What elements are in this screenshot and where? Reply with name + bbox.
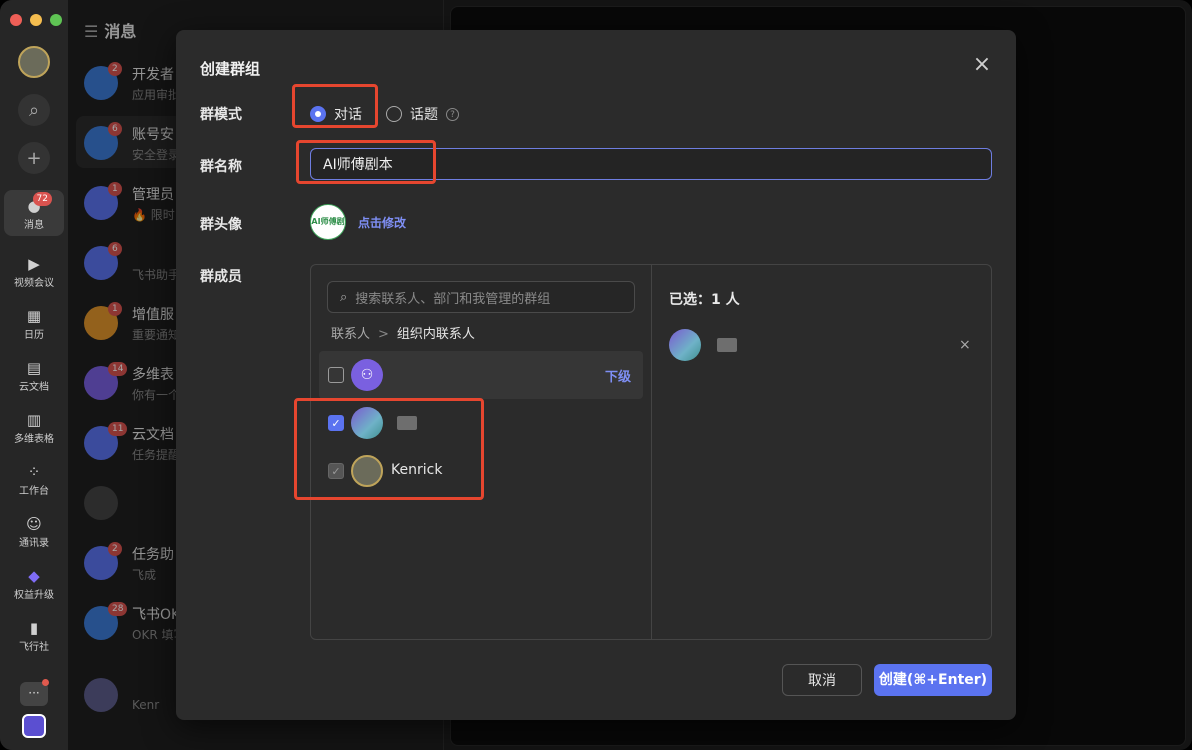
close-icon[interactable]: ×	[970, 54, 994, 78]
rail-label: 云文档	[19, 381, 49, 393]
rail-item-calendar[interactable]: ▦ 日历	[4, 300, 64, 346]
search-placeholder: 搜索联系人、部门和我管理的群组	[355, 291, 551, 307]
org-row[interactable]: ⚇ 下级	[319, 351, 643, 399]
breadcrumb-current: 组织内联系人	[396, 327, 475, 342]
dialog-title: 创建群组	[200, 60, 261, 78]
rail-item-messages[interactable]: ● 消息 72	[4, 190, 64, 236]
cancel-button[interactable]: 取消	[782, 664, 862, 696]
member-search-input[interactable]: ⌕ 搜索联系人、部门和我管理的群组	[327, 281, 635, 313]
edit-avatar-link[interactable]: 点击修改	[358, 214, 406, 231]
members-label: 群成员	[200, 269, 242, 285]
rail-label: 多维表格	[14, 433, 54, 445]
rail-label: 日历	[24, 329, 44, 341]
rail-label: 通讯录	[19, 537, 49, 549]
help-icon[interactable]: ?	[446, 107, 459, 121]
chevron-right-icon: >	[378, 327, 389, 342]
name-label: 群名称	[200, 159, 242, 175]
mode-topic-radio[interactable]: 话题 ?	[386, 104, 459, 124]
remove-selected-icon[interactable]: ×	[959, 337, 971, 353]
mode-label: 群模式	[200, 107, 242, 123]
selected-count: 已选：1 人	[669, 292, 740, 308]
breadcrumb: 联系人 > 组织内联系人	[331, 323, 475, 342]
org-checkbox[interactable]	[328, 367, 344, 383]
create-group-dialog: 创建群组 × 群模式 对话 话题 ? 群名称 群头像 AI师傅剧 点击修改 群成…	[176, 30, 1016, 720]
avatar-label: 群头像	[200, 217, 242, 233]
user-avatar[interactable]	[18, 46, 50, 78]
rail-item-docs[interactable]: ▤ 云文档	[4, 352, 64, 398]
highlight-box	[296, 140, 436, 184]
grid-icon: ⁘	[27, 462, 41, 481]
rail-label: 工作台	[19, 485, 49, 497]
table-icon: ▥	[26, 410, 42, 429]
rail-item-club[interactable]: ▮ 飞行社	[4, 612, 64, 658]
rail-item-workplace[interactable]: ⁘ 工作台	[4, 456, 64, 502]
rail-item-video[interactable]: ▶ 视频会议	[4, 248, 64, 294]
rail-item-contacts[interactable]: ☺ 通讯录	[4, 508, 64, 554]
nav-rail: ⌕ + ● 消息 72 ▶ 视频会议 ▦ 日历 ▤ 云文档 ▥ 多维表格 ⁘ 工…	[0, 0, 68, 750]
window-controls	[10, 14, 62, 26]
calendar-icon: ▦	[26, 306, 42, 325]
selected-member-avatar	[669, 329, 701, 361]
minimize-window-button[interactable]	[30, 14, 42, 26]
rail-item-base[interactable]: ▥ 多维表格	[4, 404, 64, 450]
radio-unchecked-icon	[386, 106, 402, 122]
close-window-button[interactable]	[10, 14, 22, 26]
rail-label: 视频会议	[14, 277, 54, 289]
doc-icon: ▤	[26, 358, 42, 377]
highlight-box	[292, 84, 378, 128]
sub-department-link[interactable]: 下级	[605, 366, 631, 385]
rail-item-upgrade[interactable]: ◆ 权益升级	[4, 560, 64, 606]
breadcrumb-root[interactable]: 联系人	[331, 327, 370, 342]
unread-badge: 72	[32, 192, 52, 206]
diamond-icon: ◆	[28, 566, 40, 585]
contacts-icon: ☺	[26, 514, 42, 533]
group-avatar[interactable]: AI师傅剧	[310, 204, 346, 240]
maximize-window-button[interactable]	[50, 14, 62, 26]
notification-dot	[42, 679, 49, 686]
radio-label: 话题	[410, 107, 438, 123]
highlight-box	[294, 398, 484, 500]
app-logo-icon[interactable]	[22, 714, 46, 738]
redacted-name	[717, 338, 737, 352]
rail-label: 权益升级	[14, 589, 54, 601]
search-icon[interactable]: ⌕	[18, 94, 50, 126]
book-icon: ▮	[29, 618, 39, 637]
org-tree-icon: ⚇	[351, 359, 383, 391]
search-icon: ⌕	[340, 289, 348, 305]
picker-divider	[651, 265, 652, 639]
rail-label: 消息	[24, 219, 44, 231]
rail-label: 飞行社	[19, 641, 49, 653]
add-icon[interactable]: +	[18, 142, 50, 174]
create-button[interactable]: 创建(⌘+Enter)	[874, 664, 992, 696]
video-icon: ▶	[28, 254, 40, 273]
